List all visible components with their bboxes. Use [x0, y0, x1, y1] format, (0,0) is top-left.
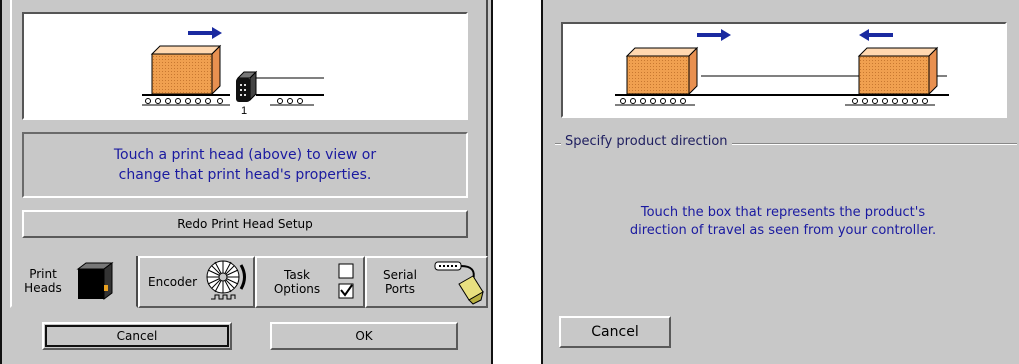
tab-task-options-label-line2: Options — [273, 282, 321, 296]
print-head-setup-panel: 1 Touch a print head (above) to view or … — [0, 0, 493, 364]
tab-encoder[interactable]: Encoder — [138, 256, 255, 308]
info-text-line2: change that print head's properties. — [118, 167, 372, 183]
print-head-tab-icon — [76, 262, 114, 300]
product-box-icon[interactable] — [150, 44, 222, 96]
tab-task-options-label-line1: Task — [284, 268, 310, 282]
serial-cable-icon — [434, 261, 484, 305]
redo-print-head-setup-button[interactable]: Redo Print Head Setup — [22, 210, 468, 238]
group-title: Specify product direction — [561, 134, 732, 149]
direction-diagram — [561, 22, 1007, 118]
tab-serial-ports[interactable]: Serial Ports — [365, 256, 488, 308]
left-to-right-box-option[interactable] — [625, 29, 731, 96]
tab-print-heads-label-line2: Heads — [24, 281, 62, 295]
instruction-line1: Touch the box that represents the produc… — [640, 205, 926, 220]
tab-serial-ports-label-line2: Ports — [384, 282, 416, 296]
checkbox-icon — [338, 263, 354, 299]
encoder-wheel-icon — [206, 260, 247, 300]
cancel-button[interactable]: Cancel — [559, 316, 671, 348]
info-text-line1: Touch a print head (above) to view or — [113, 147, 377, 163]
right-to-left-box-option[interactable] — [857, 29, 939, 96]
tab-print-heads-label-line1: Print — [29, 267, 57, 281]
tab-encoder-label: Encoder — [148, 275, 198, 289]
conveyor-illustration: 1 — [142, 27, 324, 117]
direction-illustration — [615, 29, 949, 106]
ok-button[interactable]: OK — [270, 322, 458, 350]
head-number-label: 1 — [241, 105, 247, 117]
cancel-button[interactable]: Cancel — [42, 322, 232, 350]
tab-task-options[interactable]: Task Options — [255, 256, 365, 308]
print-head-info-box: Touch a print head (above) to view or ch… — [22, 132, 468, 198]
direction-arrow-icon — [188, 27, 222, 39]
product-direction-panel: Specify product direction Touch the box … — [541, 0, 1019, 364]
direction-instructions: Touch the box that represents the produc… — [573, 204, 993, 240]
conveyor-diagram: 1 — [22, 12, 468, 120]
instruction-line2: direction of travel as seen from your co… — [629, 223, 937, 238]
tab-serial-ports-label-line1: Serial — [383, 268, 417, 282]
print-head-icon[interactable] — [236, 70, 258, 102]
tab-print-heads[interactable]: Print Heads — [10, 256, 138, 308]
